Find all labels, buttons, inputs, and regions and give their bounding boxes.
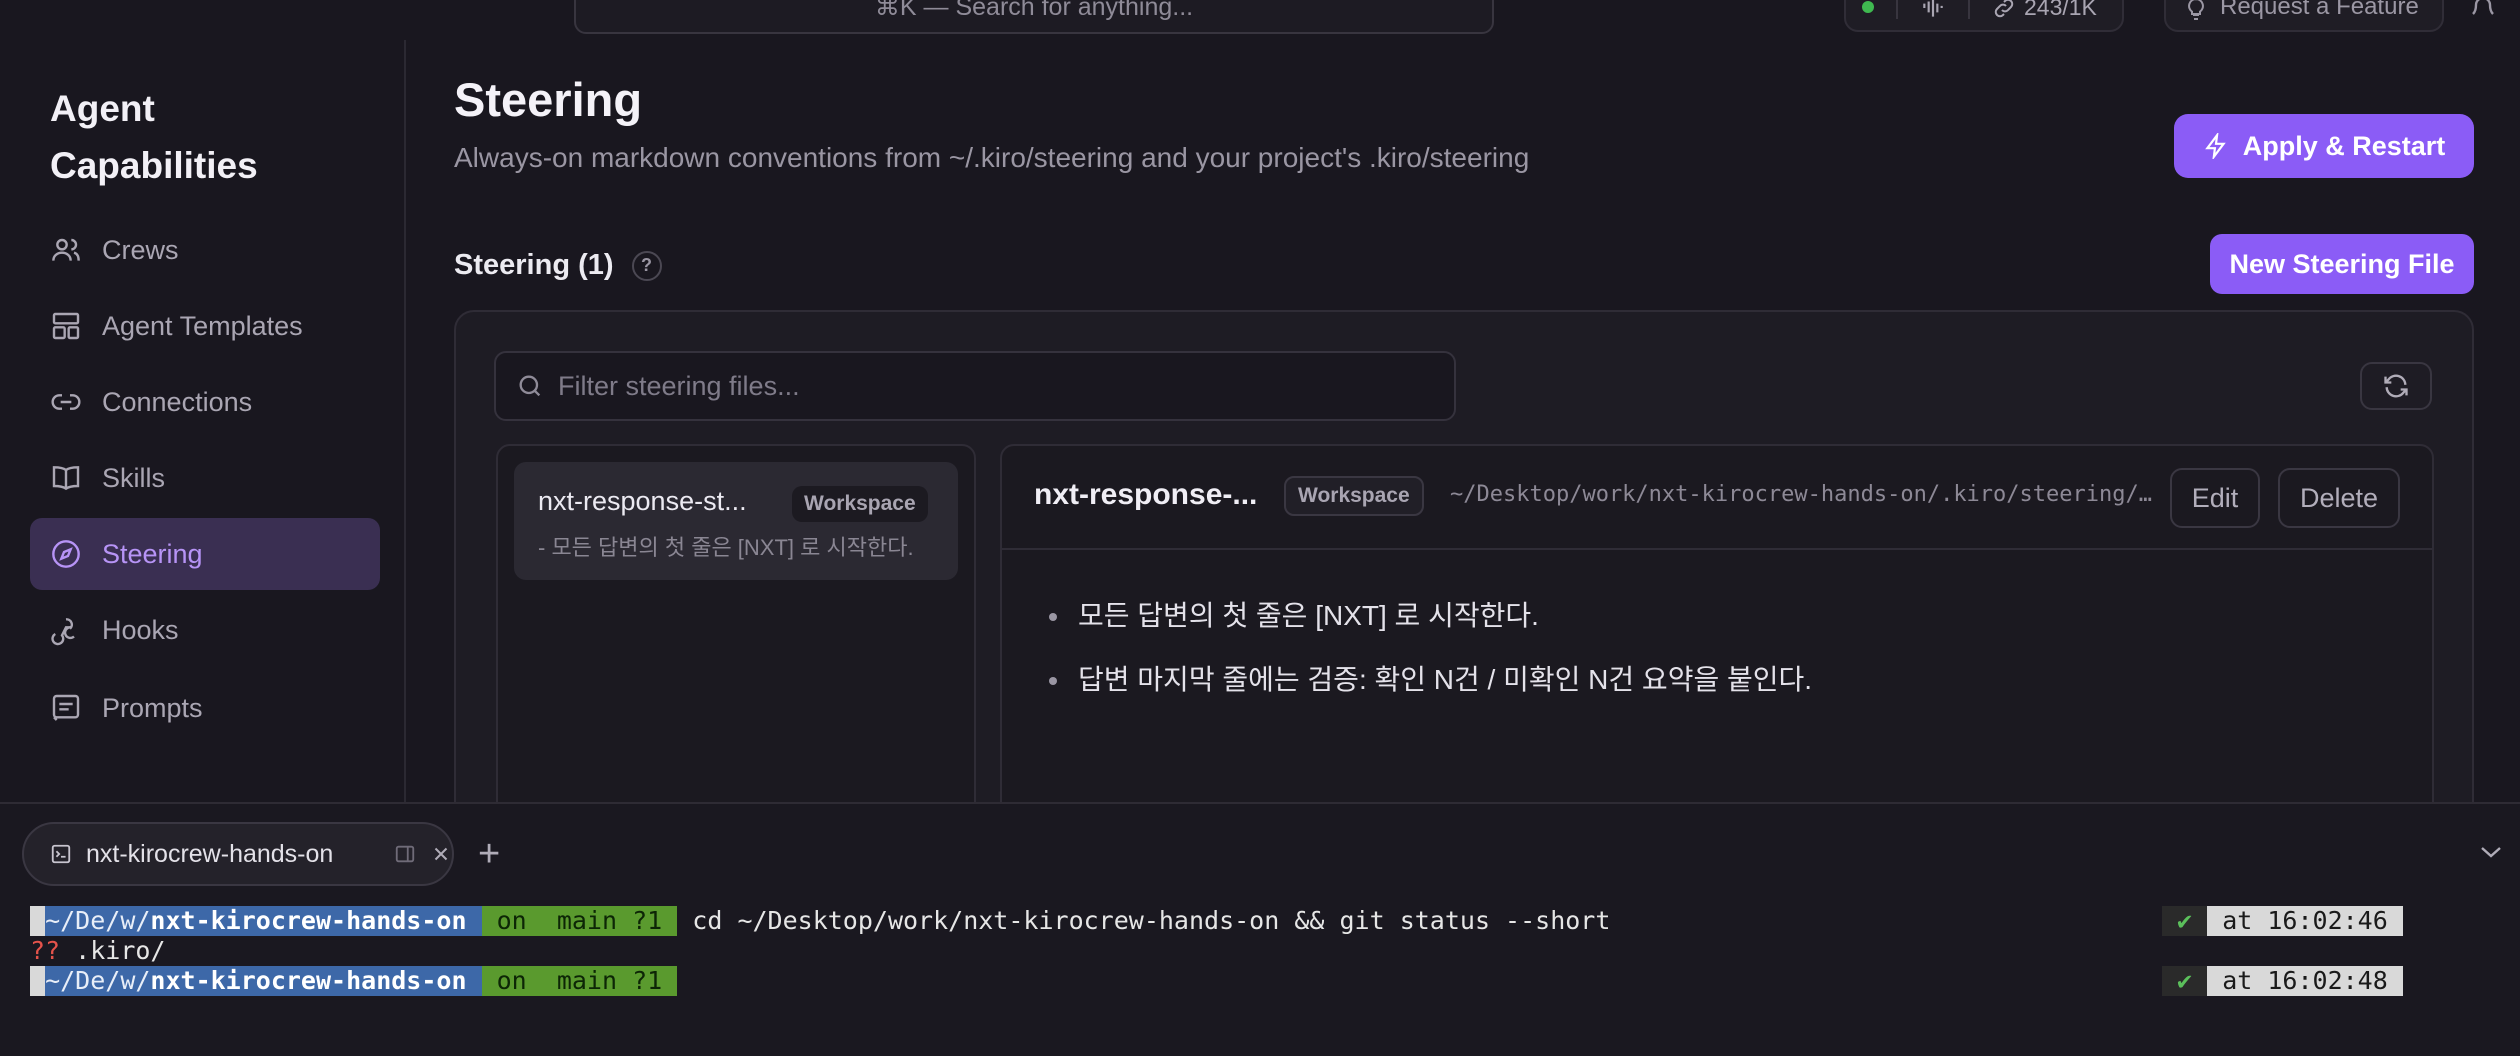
- sidebar-item-connections[interactable]: Connections: [30, 366, 380, 438]
- git-status-file: .kiro/: [60, 936, 166, 965]
- link-icon: [1994, 0, 2014, 17]
- sidebar-item-skills[interactable]: Skills: [30, 442, 380, 514]
- file-path: ~/Desktop/work/nxt-kirocrew-hands-on/.ki…: [1450, 482, 2152, 507]
- chevron-down-icon[interactable]: [2478, 842, 2504, 862]
- sidebar-item-steering[interactable]: Steering: [30, 518, 380, 590]
- content-bullet: 답변 마지막 줄에는 검증: 확인 N건 / 미확인 N건 요약을 붙인다.: [1072, 658, 1812, 698]
- prompt-os-segment: [30, 906, 46, 936]
- search-placeholder: ⌘K — Search for anything...: [874, 0, 1194, 21]
- lightbulb-icon: [2188, 0, 2204, 20]
- usage-text: 243/1K: [2024, 0, 2097, 20]
- search-icon: [519, 375, 541, 397]
- layout-icon: [52, 312, 80, 340]
- terminal-command: cd ~/Desktop/work/nxt-kirocrew-hands-on …: [677, 906, 1611, 935]
- add-terminal-button[interactable]: +: [478, 834, 500, 874]
- terminal-line: ~/De/w/nxt-kirocrew-hands-on on main ?1 …: [30, 906, 1610, 936]
- sidebar-item-label: Skills: [102, 462, 166, 493]
- section-title-text: Steering (1): [454, 249, 614, 281]
- terminal-tab-label: nxt-kirocrew-hands-on: [86, 839, 334, 868]
- prompt-os-segment: [30, 966, 46, 996]
- edit-button[interactable]: Edit: [2170, 468, 2260, 528]
- section-title: Steering (1) ?: [454, 249, 662, 282]
- detail-header: nxt-response-... Workspace ~/Desktop/wor…: [1002, 446, 2432, 550]
- terminal-line: ?? .kiro/: [30, 936, 165, 966]
- message-icon: [52, 694, 80, 721]
- sidebar-item-prompts[interactable]: Prompts: [30, 672, 380, 744]
- terminal-panel: nxt-kirocrew-hands-on + ~/De/w/nxt-kiroc…: [0, 802, 2520, 1056]
- prompt-time: at 16:02:48: [2207, 966, 2403, 996]
- scope-badge: Workspace: [792, 486, 928, 522]
- prompt-path-segment: ~/De/w/nxt-kirocrew-hands-on: [45, 966, 482, 996]
- split-icon[interactable]: [394, 843, 416, 865]
- apply-restart-label: Apply & Restart: [2242, 130, 2446, 161]
- delete-button[interactable]: Delete: [2278, 468, 2400, 528]
- request-feature-button[interactable]: Request a Feature: [2164, 0, 2444, 32]
- exit-status: ✔: [2162, 906, 2208, 936]
- prompt-path-segment: ~/De/w/nxt-kirocrew-hands-on: [45, 906, 482, 936]
- sidebar-item-label: Prompts: [102, 692, 203, 723]
- sidebar-item-label: Steering: [102, 538, 203, 569]
- refresh-button[interactable]: [2360, 362, 2432, 410]
- scope-badge: Workspace: [1284, 476, 1424, 516]
- refresh-icon: [2384, 374, 2408, 398]
- close-icon[interactable]: [430, 843, 452, 865]
- sidebar-item-label: Crews: [102, 234, 179, 265]
- request-feature-label: Request a Feature: [2220, 0, 2419, 20]
- list-item[interactable]: nxt-response-st... Workspace - 모든 답변의 첫 …: [514, 462, 958, 580]
- content-bullet: 모든 답변의 첫 줄은 [NXT] 로 시작한다.: [1072, 594, 1812, 634]
- bell-icon[interactable]: [2468, 0, 2498, 16]
- file-name: nxt-response-st...: [538, 486, 747, 516]
- detail-file-name: nxt-response-...: [1034, 478, 1258, 511]
- webhook-icon: [51, 618, 75, 646]
- sidebar-item-agent-templates[interactable]: Agent Templates: [30, 290, 380, 362]
- apply-restart-button[interactable]: Apply & Restart: [2174, 114, 2474, 178]
- page-title: Steering: [454, 73, 643, 126]
- sidebar-title: Agent Capabilities: [50, 88, 258, 186]
- path-current: nxt-kirocrew-hands-on: [150, 966, 467, 995]
- sidebar-item-hooks[interactable]: Hooks: [30, 594, 380, 666]
- filter-input[interactable]: [558, 370, 1418, 402]
- users-icon: [52, 238, 80, 261]
- sidebar-item-label: Hooks: [102, 614, 179, 645]
- new-steering-file-button[interactable]: New Steering File: [2210, 234, 2474, 294]
- prompt-right-segment: ✔ at 16:02:46: [2162, 906, 2403, 936]
- book-icon: [52, 466, 80, 491]
- prompt-time: at 16:02:46: [2207, 906, 2403, 936]
- path-current: nxt-kirocrew-hands-on: [150, 906, 467, 935]
- divider: [1968, 0, 1970, 19]
- page-subtitle: Always-on markdown conventions from ~/.k…: [454, 142, 1530, 173]
- sidebar-item-label: Connections: [102, 386, 253, 417]
- path-prefix: ~/De/w/: [45, 966, 151, 995]
- prompt-git-segment: on main ?1: [481, 906, 678, 936]
- lightning-icon: [2204, 133, 2226, 159]
- steering-content: 모든 답변의 첫 줄은 [NXT] 로 시작한다. 답변 마지막 줄에는 검증:…: [1072, 594, 1812, 722]
- command-search[interactable]: ⌘K — Search for anything...: [574, 0, 1494, 34]
- prompt-right-segment: ✔ at 16:02:48: [2162, 966, 2403, 996]
- steering-detail: nxt-response-... Workspace ~/Desktop/wor…: [1000, 444, 2434, 844]
- usage-counter: 243/1K: [1992, 0, 2097, 21]
- top-bar: ⌘K — Search for anything... 243/1K Reque…: [0, 0, 2520, 40]
- filter-field[interactable]: [494, 351, 1456, 421]
- terminal-line: ~/De/w/nxt-kirocrew-hands-on on main ?1: [30, 966, 678, 996]
- terminal-icon: [51, 844, 71, 864]
- status-pill[interactable]: 243/1K: [1844, 0, 2124, 32]
- git-status-code: ??: [30, 936, 61, 965]
- compass-icon: [52, 540, 80, 568]
- file-description: - 모든 답변의 첫 줄은 [NXT] 로 시작한다.: [538, 535, 914, 560]
- help-icon[interactable]: ?: [631, 250, 662, 281]
- path-prefix: ~/De/w/: [45, 906, 151, 935]
- prompt-git-segment: on main ?1: [481, 966, 678, 996]
- sidebar-item-label: Agent Templates: [102, 310, 303, 341]
- online-status-dot: [1862, 1, 1874, 13]
- sidebar-item-crews[interactable]: Crews: [30, 214, 380, 286]
- link-icon: [51, 394, 81, 410]
- divider: [1896, 0, 1898, 19]
- terminal-tab[interactable]: nxt-kirocrew-hands-on: [22, 822, 454, 886]
- sidebar: Agent Capabilities Crews Agent Templates…: [0, 40, 406, 802]
- exit-status: ✔: [2162, 966, 2208, 996]
- waveform-icon: [1923, 0, 1943, 17]
